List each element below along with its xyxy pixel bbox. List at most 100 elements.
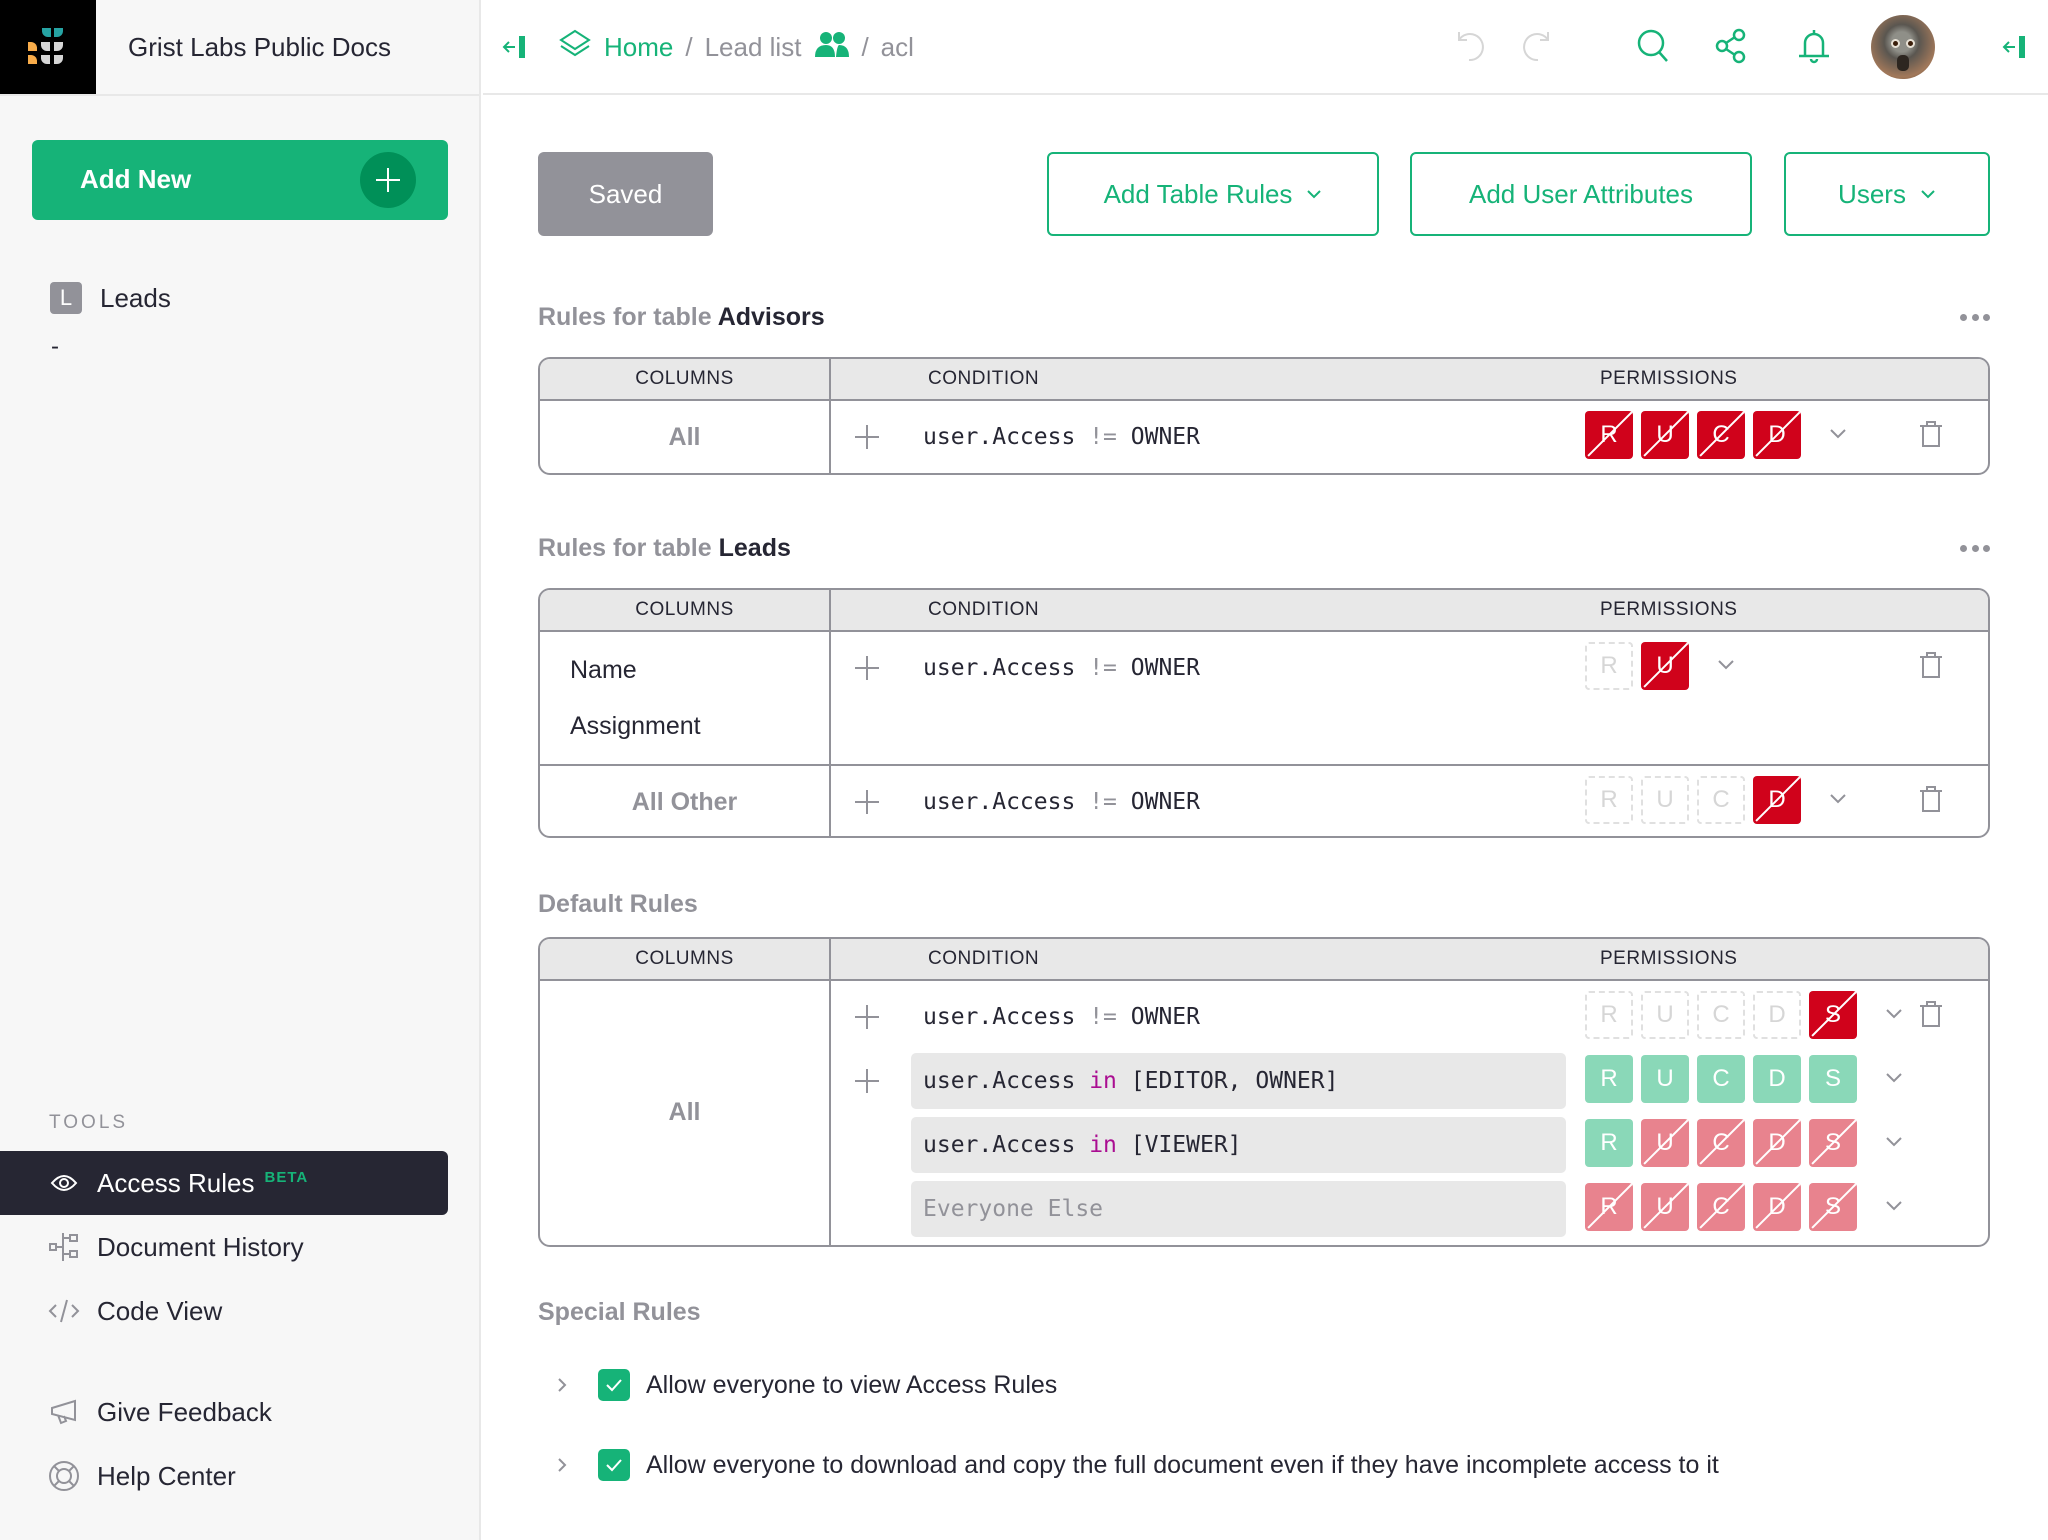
add-new-button[interactable]: Add New (32, 140, 448, 220)
permission-menu-chevron-icon[interactable] (1883, 1131, 1905, 1151)
permission-d-deny-weak[interactable]: D (1753, 1183, 1801, 1231)
grist-logo[interactable] (0, 0, 96, 94)
more-options-icon[interactable] (1960, 544, 1990, 552)
permission-r-unset[interactable]: R (1585, 642, 1633, 690)
more-options-icon[interactable] (1960, 313, 1990, 321)
page-item-leads[interactable]: L Leads (50, 282, 171, 314)
redo-icon[interactable] (1518, 28, 1552, 69)
permission-r-deny-weak[interactable]: R (1585, 1183, 1633, 1231)
permission-c-deny[interactable]: C (1697, 411, 1745, 459)
condition-input[interactable]: user.Access != OWNER (911, 409, 1566, 465)
saved-button[interactable]: Saved (538, 152, 713, 236)
permission-c-deny-weak[interactable]: C (1697, 1183, 1745, 1231)
trash-icon[interactable] (1918, 999, 1944, 1029)
condition-input[interactable]: user.Access != OWNER (911, 989, 1566, 1045)
permission-d-deny[interactable]: D (1753, 411, 1801, 459)
checkbox-checked[interactable] (598, 1449, 630, 1481)
columns-all[interactable]: All (540, 423, 829, 452)
breadcrumb-page: acl (880, 32, 914, 62)
condition-op: != (1089, 424, 1117, 450)
breadcrumb-document[interactable]: Lead list (705, 32, 802, 63)
permission-c-unset[interactable]: C (1697, 776, 1745, 824)
add-rule-icon[interactable] (855, 1069, 879, 1093)
permission-s-deny[interactable]: S (1809, 991, 1857, 1039)
shared-users-icon[interactable] (815, 30, 850, 65)
permission-d-deny-weak[interactable]: D (1753, 1119, 1801, 1167)
give-feedback-link[interactable]: Give Feedback (0, 1380, 448, 1444)
permission-u-deny-weak[interactable]: U (1641, 1183, 1689, 1231)
permission-u-unset[interactable]: U (1641, 776, 1689, 824)
column-name[interactable]: Name (570, 656, 637, 685)
add-rule-icon[interactable] (855, 425, 879, 449)
trash-icon[interactable] (1918, 650, 1944, 680)
org-name[interactable]: Grist Labs Public Docs (128, 32, 391, 63)
permission-d-unset[interactable]: D (1753, 991, 1801, 1039)
chevron-right-icon[interactable] (552, 1455, 572, 1475)
header-permissions: PERMISSIONS (1600, 948, 1738, 969)
permission-d-allow-weak[interactable]: D (1753, 1055, 1801, 1103)
permission-menu-chevron-icon[interactable] (1827, 423, 1849, 443)
permission-d-deny[interactable]: D (1753, 776, 1801, 824)
tool-code-view[interactable]: Code View (0, 1279, 448, 1343)
permission-set: RUCD (1585, 411, 1809, 459)
condition-input[interactable]: user.Access != OWNER (911, 640, 1566, 696)
user-avatar[interactable] (1871, 15, 1935, 79)
permission-menu-chevron-icon[interactable] (1883, 1003, 1905, 1023)
permission-r-deny[interactable]: R (1585, 411, 1633, 459)
add-user-attributes-button[interactable]: Add User Attributes (1410, 152, 1752, 236)
columns-all-other[interactable]: All Other (540, 788, 829, 817)
permission-menu-chevron-icon[interactable] (1883, 1195, 1905, 1215)
eye-icon (48, 1167, 80, 1199)
checkbox-checked[interactable] (598, 1369, 630, 1401)
condition-input[interactable]: user.Access != OWNER (911, 774, 1566, 830)
permission-s-allow-weak[interactable]: S (1809, 1055, 1857, 1103)
collapse-right-panel-icon[interactable] (2001, 34, 2027, 65)
permission-r-allow-weak[interactable]: R (1585, 1119, 1633, 1167)
permission-u-deny-weak[interactable]: U (1641, 1119, 1689, 1167)
permission-menu-chevron-icon[interactable] (1883, 1067, 1905, 1087)
users-button[interactable]: Users (1784, 152, 1990, 236)
add-rule-icon[interactable] (855, 1005, 879, 1029)
permission-c-allow-weak[interactable]: C (1697, 1055, 1745, 1103)
permission-c-unset[interactable]: C (1697, 991, 1745, 1039)
add-rule-icon[interactable] (855, 656, 879, 680)
trash-icon[interactable] (1918, 419, 1944, 449)
table-name: Leads (718, 534, 791, 562)
columns-all[interactable]: All (540, 1098, 829, 1127)
header-columns: COLUMNS (540, 590, 831, 630)
condition-input[interactable]: user.Access in [EDITOR, OWNER] (911, 1053, 1566, 1109)
help-center-link[interactable]: Help Center (0, 1444, 448, 1508)
search-icon[interactable] (1636, 28, 1670, 69)
chevron-down-icon (1921, 190, 1935, 199)
breadcrumb: Home / Lead list / acl (558, 29, 914, 66)
tool-document-history[interactable]: Document History (0, 1215, 448, 1279)
permission-s-deny-weak[interactable]: S (1809, 1119, 1857, 1167)
share-icon[interactable] (1714, 28, 1748, 69)
collapse-left-panel-icon[interactable] (501, 34, 527, 65)
column-name[interactable]: Assignment (570, 712, 701, 741)
condition-input[interactable]: user.Access in [VIEWER] (911, 1117, 1566, 1173)
tool-access-rules[interactable]: Access Rules BETA (0, 1151, 448, 1215)
permission-r-unset[interactable]: R (1585, 776, 1633, 824)
bell-icon[interactable] (1797, 28, 1831, 71)
permission-u-unset[interactable]: U (1641, 991, 1689, 1039)
permission-s-deny-weak[interactable]: S (1809, 1183, 1857, 1231)
breadcrumb-home[interactable]: Home (604, 32, 673, 63)
permission-u-deny[interactable]: U (1641, 411, 1689, 459)
add-rule-icon[interactable] (855, 790, 879, 814)
home-icon[interactable] (558, 29, 592, 66)
permission-r-unset[interactable]: R (1585, 991, 1633, 1039)
button-label: Add Table Rules (1103, 178, 1293, 209)
permission-u-allow-weak[interactable]: U (1641, 1055, 1689, 1103)
permission-menu-chevron-icon[interactable] (1715, 654, 1737, 674)
permission-u-deny[interactable]: U (1641, 642, 1689, 690)
permission-r-allow-weak[interactable]: R (1585, 1055, 1633, 1103)
permission-c-deny-weak[interactable]: C (1697, 1119, 1745, 1167)
add-table-rules-button[interactable]: Add Table Rules (1047, 152, 1379, 236)
special-rule-view-access-rules: Allow everyone to view Access Rules (538, 1368, 1057, 1402)
condition-input[interactable]: Everyone Else (911, 1181, 1566, 1237)
chevron-right-icon[interactable] (552, 1375, 572, 1395)
undo-icon[interactable] (1455, 28, 1489, 69)
permission-menu-chevron-icon[interactable] (1827, 788, 1849, 808)
trash-icon[interactable] (1918, 784, 1944, 814)
